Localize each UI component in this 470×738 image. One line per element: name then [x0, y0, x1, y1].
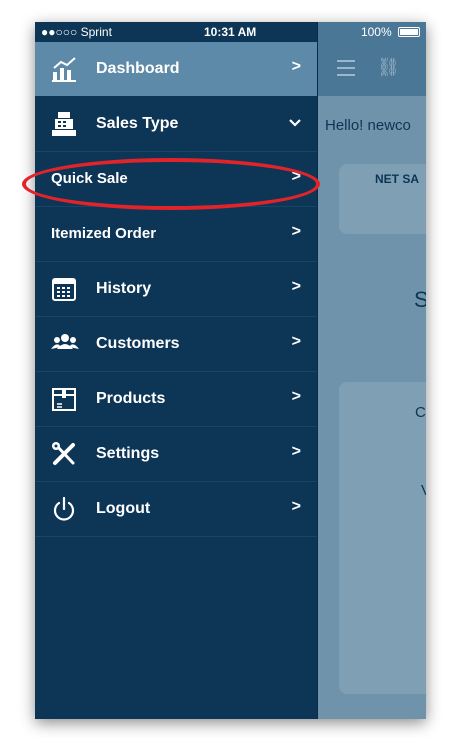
- chevron-right-icon: >: [291, 333, 301, 350]
- chevron-right-icon: >: [291, 223, 301, 240]
- chevron-right-icon: >: [291, 168, 301, 185]
- calendar-icon: [52, 278, 76, 301]
- menu-item-products[interactable]: Products >: [35, 372, 317, 427]
- partial-label-v: V: [421, 482, 426, 499]
- cash-register-icon: [52, 112, 76, 136]
- phone-screen: ●●○○○ Sprint 10:31 AM 100% ⛓ Hello! newc…: [35, 22, 426, 719]
- menu-item-logout[interactable]: Logout >: [35, 482, 317, 537]
- menu-item-label: History: [96, 280, 152, 297]
- link-icon[interactable]: ⛓: [377, 57, 400, 78]
- partial-heading: S: [414, 287, 426, 312]
- menu-item-customers[interactable]: Customers >: [35, 317, 317, 372]
- power-icon: [53, 496, 75, 521]
- box-icon: [52, 388, 76, 411]
- hamburger-icon[interactable]: [337, 60, 355, 81]
- clock: 10:31 AM: [204, 25, 257, 39]
- menu-item-label: Sales Type: [96, 115, 179, 132]
- menu-item-quick-sale[interactable]: Quick Sale >: [35, 152, 317, 207]
- customers-icon: [51, 334, 79, 349]
- net-sales-title: NET SA: [375, 172, 420, 186]
- battery-icon: [398, 27, 420, 37]
- tools-icon: [52, 442, 75, 465]
- status-bar: ●●○○○ Sprint 10:31 AM 100%: [35, 22, 426, 42]
- menu-item-sales-type[interactable]: Sales Type: [35, 97, 317, 152]
- menu-item-dashboard[interactable]: Dashboard >: [35, 42, 317, 96]
- menu-item-label: Customers: [96, 335, 180, 352]
- menu-item-label: Settings: [96, 445, 160, 462]
- chevron-right-icon: >: [291, 443, 301, 460]
- chevron-right-icon: >: [291, 278, 301, 295]
- greeting: Hello! newco: [325, 117, 411, 134]
- side-menu: Dashboard > Sales Type Quick Sale > Item…: [35, 22, 318, 719]
- carrier: ●●○○○ Sprint: [41, 25, 112, 39]
- menu-item-label: Itemized Order: [51, 225, 157, 242]
- background-screen: ⛓ Hello! newco NET SA S C V: [317, 22, 426, 719]
- dashboard-icon: [52, 57, 76, 82]
- menu-item-label: Products: [96, 390, 166, 407]
- chevron-right-icon: >: [291, 388, 301, 405]
- menu-item-history[interactable]: History >: [35, 262, 317, 317]
- battery-percent: 100%: [360, 25, 392, 39]
- summary-card: C V: [339, 382, 426, 694]
- chevron-down-icon: [289, 119, 301, 127]
- partial-label-c: C: [415, 404, 426, 421]
- menu-item-itemized-order[interactable]: Itemized Order >: [35, 207, 317, 262]
- menu-item-label: Quick Sale: [51, 170, 128, 187]
- menu-item-label: Dashboard: [96, 60, 180, 77]
- chevron-right-icon: >: [291, 498, 301, 515]
- chevron-right-icon: >: [291, 58, 301, 75]
- menu-item-settings[interactable]: Settings >: [35, 427, 317, 482]
- battery-status: 100%: [361, 25, 420, 39]
- menu-item-label: Logout: [96, 500, 151, 517]
- net-sales-card: NET SA: [339, 164, 426, 234]
